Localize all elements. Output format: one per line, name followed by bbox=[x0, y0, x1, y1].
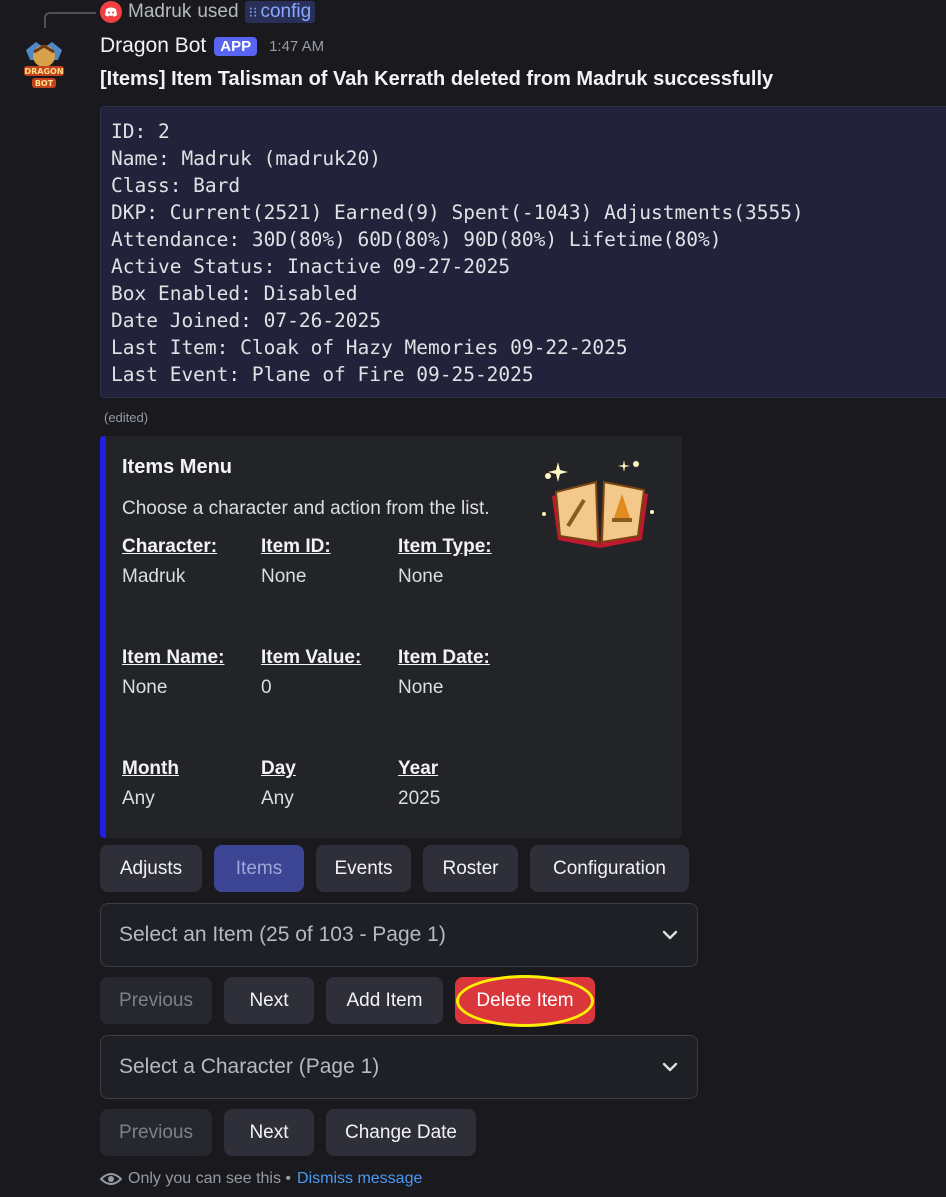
add-item-button[interactable]: Add Item bbox=[326, 977, 443, 1024]
field-value: None bbox=[398, 566, 444, 587]
field-value: 0 bbox=[261, 677, 272, 698]
item-next-button[interactable]: Next bbox=[224, 977, 314, 1024]
adjusts-button[interactable]: Adjusts bbox=[100, 845, 202, 892]
code-line: Attendance: 30D(80%) 60D(80%) 90D(80%) L… bbox=[111, 228, 722, 251]
character-info-codeblock: ID: 2 Name: Madruk (madruk20) Class: Bar… bbox=[100, 106, 946, 398]
chevron-down-icon bbox=[662, 930, 678, 940]
svg-text:DRAGON: DRAGON bbox=[24, 67, 63, 76]
roster-button[interactable]: Roster bbox=[423, 845, 518, 892]
chevron-down-icon bbox=[662, 1062, 678, 1072]
change-date-button[interactable]: Change Date bbox=[326, 1109, 476, 1156]
code-line: ID: 2 bbox=[111, 120, 170, 143]
command-name: config bbox=[260, 1, 312, 22]
field-name: Item Name: bbox=[122, 647, 225, 668]
character-previous-button[interactable]: Previous bbox=[100, 1109, 212, 1156]
command-icon: ⁝⁝ bbox=[248, 3, 258, 20]
code-line: Active Status: Inactive 09-27-2025 bbox=[111, 255, 511, 278]
field-value: None bbox=[261, 566, 307, 587]
field-name: Day bbox=[261, 758, 296, 779]
character-next-button[interactable]: Next bbox=[224, 1109, 314, 1156]
embed-field-month: Month Any bbox=[122, 758, 179, 810]
field-value: 2025 bbox=[398, 788, 441, 809]
embed-field-year: Year 2025 bbox=[398, 758, 440, 810]
embed-field-item-value: Item Value: 0 bbox=[261, 647, 361, 699]
code-line: Box Enabled: Disabled bbox=[111, 282, 358, 305]
embed-field-character: Character: Madruk bbox=[122, 536, 217, 588]
app-badge: APP bbox=[214, 36, 258, 56]
field-name: Month bbox=[122, 758, 179, 779]
items-menu-embed: Items Menu Choose a character and action… bbox=[100, 436, 682, 838]
embed-title: Items Menu bbox=[122, 456, 233, 478]
embed-description: Choose a character and action from the l… bbox=[122, 498, 490, 519]
bot-name[interactable]: Dragon Bot bbox=[100, 34, 206, 58]
eye-icon bbox=[100, 1173, 122, 1185]
message-title: [Items] Item Talisman of Vah Kerrath del… bbox=[100, 68, 774, 90]
embed-field-item-date: Item Date: None bbox=[398, 647, 490, 699]
field-name: Item Type: bbox=[398, 536, 492, 557]
field-name: Character: bbox=[122, 536, 218, 557]
code-line: Name: Madruk (madruk20) bbox=[111, 147, 382, 170]
items-button[interactable]: Items bbox=[214, 845, 304, 892]
character-select-dropdown[interactable]: Select a Character (Page 1) bbox=[100, 1035, 698, 1099]
svg-text:BOT: BOT bbox=[35, 79, 54, 88]
field-value: None bbox=[398, 677, 444, 698]
embed-field-item-id: Item ID: None bbox=[261, 536, 331, 588]
reply-connector bbox=[44, 12, 96, 28]
field-name: Item Value: bbox=[261, 647, 362, 668]
bot-avatar[interactable]: DRAGON BOT bbox=[20, 38, 68, 92]
item-select-dropdown[interactable]: Select an Item (25 of 103 - Page 1) bbox=[100, 903, 698, 967]
item-select-placeholder: Select an Item (25 of 103 - Page 1) bbox=[119, 923, 446, 946]
field-value: None bbox=[122, 677, 168, 698]
field-value: Any bbox=[261, 788, 294, 809]
ephemeral-note: Only you can see this • bbox=[128, 1170, 292, 1187]
item-previous-button[interactable]: Previous bbox=[100, 977, 212, 1024]
code-line: Date Joined: 07-26-2025 bbox=[111, 309, 382, 332]
reply-verb: used bbox=[197, 1, 239, 22]
message-timestamp: 1:47 AM bbox=[269, 37, 325, 55]
field-name: Year bbox=[398, 758, 439, 779]
slash-command-link[interactable]: ⁝⁝ config bbox=[244, 1, 316, 23]
delete-item-button[interactable]: Delete Item bbox=[455, 977, 595, 1024]
code-line: Last Item: Cloak of Hazy Memories 09-22-… bbox=[111, 336, 628, 359]
code-line: DKP: Current(2521) Earned(9) Spent(-1043… bbox=[111, 201, 804, 224]
code-line: Last Event: Plane of Fire 09-25-2025 bbox=[111, 363, 534, 386]
character-select-placeholder: Select a Character (Page 1) bbox=[119, 1055, 380, 1078]
message-header: Dragon Bot APP 1:47 AM bbox=[100, 34, 324, 58]
ephemeral-footer: Only you can see this • Dismiss message bbox=[100, 1170, 422, 1188]
discord-icon bbox=[100, 1, 122, 23]
embed-field-item-name: Item Name: None bbox=[122, 647, 224, 699]
configuration-button[interactable]: Configuration bbox=[530, 845, 689, 892]
command-reply-context: Madruk used ⁝⁝ config bbox=[100, 0, 316, 24]
field-name: Item ID: bbox=[261, 536, 331, 557]
magic-book-icon[interactable] bbox=[538, 456, 662, 556]
events-button[interactable]: Events bbox=[316, 845, 411, 892]
dismiss-message-link[interactable]: Dismiss message bbox=[297, 1170, 422, 1188]
field-value: Any bbox=[122, 788, 155, 809]
code-line: Class: Bard bbox=[111, 174, 241, 197]
embed-field-day: Day Any bbox=[261, 758, 296, 810]
reply-user[interactable]: Madruk bbox=[128, 1, 191, 23]
field-name: Item Date: bbox=[398, 647, 490, 668]
embed-field-item-type: Item Type: None bbox=[398, 536, 492, 588]
field-value: Madruk bbox=[122, 566, 186, 587]
edited-label: (edited) bbox=[104, 410, 149, 425]
